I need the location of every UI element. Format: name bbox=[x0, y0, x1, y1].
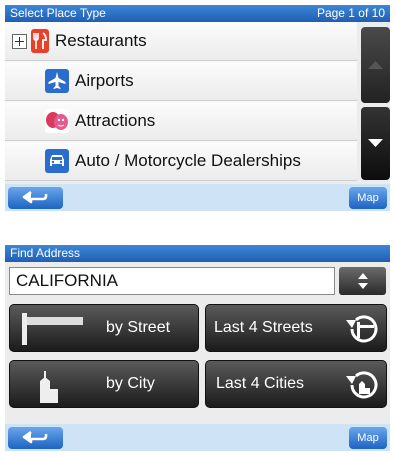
list-item-airports[interactable]: Airports bbox=[5, 62, 357, 101]
find-address-screen: Find Address CALIFORNIA by Street Last 4… bbox=[5, 245, 390, 451]
up-down-arrows-icon bbox=[357, 273, 368, 289]
arrow-down-icon bbox=[368, 139, 383, 147]
recent-street-icon bbox=[346, 315, 378, 343]
map-button[interactable]: Map bbox=[349, 187, 387, 209]
recent-city-icon bbox=[346, 371, 378, 399]
last-4-streets-label: Last 4 Streets bbox=[214, 319, 313, 336]
list-item-label: Auto / Motorcycle Dealerships bbox=[75, 151, 301, 170]
state-spinner-button[interactable] bbox=[339, 267, 386, 295]
bottom-bar: Map bbox=[5, 184, 390, 211]
street-sign-icon bbox=[22, 313, 83, 345]
back-arrow-icon bbox=[22, 430, 47, 444]
by-city-label: by City bbox=[106, 375, 155, 392]
by-street-label: by Street bbox=[106, 319, 171, 336]
city-buildings-icon bbox=[40, 371, 58, 403]
last-4-streets-button[interactable]: Last 4 Streets bbox=[205, 304, 387, 352]
back-button[interactable] bbox=[8, 427, 63, 449]
bottom-bar: Map bbox=[5, 424, 390, 451]
back-button[interactable] bbox=[8, 187, 63, 209]
screen-title: Find Address bbox=[10, 246, 81, 260]
screen-title: Select Place Type bbox=[10, 6, 106, 20]
place-type-screen: Select Place Type Page 1 of 10 Restauran… bbox=[5, 5, 390, 211]
by-city-button[interactable]: by City bbox=[9, 360, 199, 408]
page-indicator: Page 1 of 10 bbox=[316, 6, 385, 20]
arrow-up-icon bbox=[368, 61, 383, 69]
car-icon bbox=[45, 149, 69, 173]
list-item-restaurants[interactable]: Restaurants bbox=[5, 22, 357, 61]
last-4-cities-label: Last 4 Cities bbox=[216, 375, 305, 392]
state-field[interactable]: CALIFORNIA bbox=[9, 267, 335, 295]
list-item-auto-dealerships[interactable]: Auto / Motorcycle Dealerships bbox=[5, 142, 357, 181]
list-item-attractions[interactable]: Attractions bbox=[5, 102, 357, 141]
list-item-label: Attractions bbox=[75, 111, 156, 130]
expand-icon[interactable] bbox=[12, 33, 27, 49]
scroll-up-button[interactable] bbox=[361, 27, 390, 103]
airplane-icon bbox=[45, 69, 69, 93]
map-button[interactable]: Map bbox=[349, 427, 387, 449]
by-street-button[interactable]: by Street bbox=[9, 304, 199, 352]
scroll-down-button[interactable] bbox=[361, 107, 390, 180]
list-item-label: Airports bbox=[75, 71, 134, 90]
last-4-cities-button[interactable]: Last 4 Cities bbox=[205, 360, 387, 408]
title-bar: Select Place Type Page 1 of 10 bbox=[5, 5, 390, 22]
title-bar: Find Address bbox=[5, 245, 390, 262]
back-arrow-icon bbox=[22, 190, 47, 204]
list-item-label: Restaurants bbox=[55, 31, 147, 50]
place-type-list: Restaurants Airports Attractions Auto / … bbox=[5, 22, 357, 181]
fork-knife-icon bbox=[31, 29, 49, 53]
theater-masks-icon bbox=[45, 109, 69, 133]
